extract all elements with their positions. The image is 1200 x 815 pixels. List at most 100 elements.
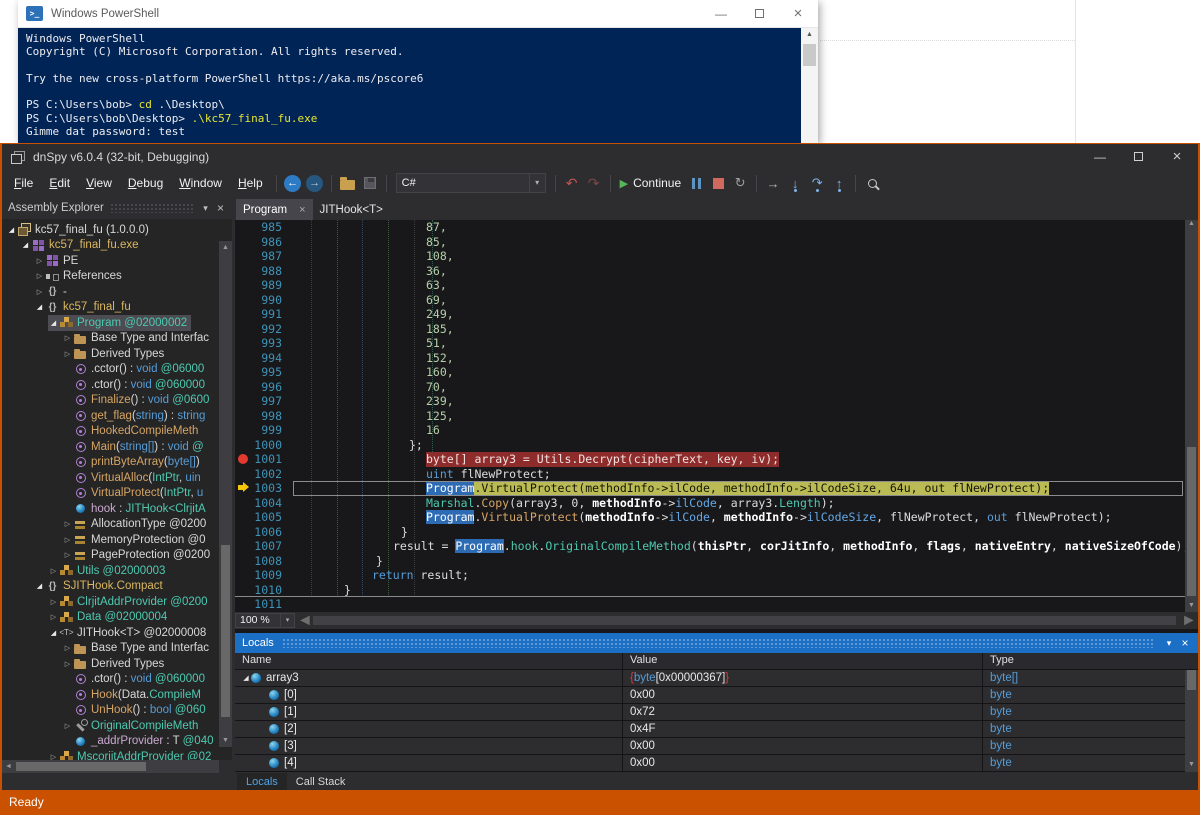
- code-line-text[interactable]: 152,: [291, 351, 1185, 366]
- code-line[interactable]: 99351,: [235, 336, 1185, 351]
- redo-button[interactable]: ↷: [583, 171, 605, 195]
- powershell-scrollbar[interactable]: ▲: [801, 28, 818, 143]
- locals-name-cell[interactable]: [3]: [235, 738, 623, 754]
- locals-type-cell[interactable]: byte: [983, 738, 1198, 754]
- tree-expander[interactable]: ▷: [48, 567, 59, 575]
- tree-item[interactable]: Hook(Data.CompileM: [2, 687, 219, 703]
- code-line[interactable]: 1006}: [235, 525, 1185, 540]
- code-line-text[interactable]: 63,: [291, 278, 1185, 293]
- glyph-margin[interactable]: [235, 307, 253, 322]
- glyph-margin[interactable]: [235, 612, 253, 613]
- code-line[interactable]: 98836,: [235, 264, 1185, 279]
- editor-vertical-scrollbar[interactable]: ▲ ▼: [1185, 220, 1198, 612]
- tree-item[interactable]: ◢SJITHook.Compact: [2, 579, 219, 595]
- scroll-up-icon[interactable]: ▲: [219, 241, 232, 254]
- code-line[interactable]: 994152,: [235, 351, 1185, 366]
- locals-row[interactable]: [2]0x4Fbyte: [235, 721, 1198, 738]
- tree-expander[interactable]: ◢: [34, 303, 45, 311]
- glyph-margin[interactable]: [235, 365, 253, 380]
- tree-item[interactable]: ▷AllocationType @0200: [2, 517, 219, 533]
- tree-item[interactable]: ▷ClrjitAddrProvider @0200: [2, 594, 219, 610]
- scroll-up-icon[interactable]: ▲: [1185, 220, 1198, 227]
- close-icon[interactable]: ×: [1177, 636, 1193, 650]
- glyph-margin[interactable]: [235, 554, 253, 569]
- minimize-icon[interactable]: —: [1093, 150, 1107, 164]
- tree-expander[interactable]: ▷: [62, 644, 73, 652]
- tree-expander[interactable]: ▷: [34, 288, 45, 296]
- locals-row[interactable]: [3]0x00byte: [235, 738, 1198, 755]
- code-line-text[interactable]: byte[] array3 = Utils.Decrypt(cipherText…: [291, 452, 1185, 467]
- glyph-margin[interactable]: [235, 322, 253, 337]
- glyph-margin[interactable]: [235, 597, 253, 612]
- glyph-margin[interactable]: [235, 452, 253, 467]
- row-expander[interactable]: ◢: [241, 674, 251, 682]
- glyph-margin[interactable]: [235, 510, 253, 525]
- glyph-margin[interactable]: [235, 394, 253, 409]
- column-header-value[interactable]: Value: [623, 653, 983, 669]
- locals-row[interactable]: [1]0x72byte: [235, 704, 1198, 721]
- maximize-icon[interactable]: [755, 9, 764, 18]
- code-line-text[interactable]: uint flNewProtect;: [291, 467, 1185, 482]
- code-editor[interactable]: 98587,98685,987108,98836,98963,99069,991…: [235, 220, 1198, 633]
- locals-value-cell[interactable]: 0x4F: [623, 721, 983, 737]
- code-line[interactable]: 1012// Token: 0x04000001 RID: 1: [235, 612, 1185, 613]
- locals-value-cell[interactable]: {byte[0x00000367]}: [623, 670, 983, 686]
- locals-vertical-scrollbar[interactable]: ▲ ▼: [1185, 670, 1198, 772]
- tree-expander[interactable]: ◢: [20, 241, 31, 249]
- tab-jithook-t-[interactable]: JITHook<T>: [313, 199, 390, 220]
- close-icon[interactable]: ×: [299, 204, 305, 216]
- scrollbar-thumb[interactable]: [1187, 670, 1196, 690]
- tree-item[interactable]: ▷MscorjitAddrProvider @02: [2, 749, 219, 760]
- code-line[interactable]: 998125,: [235, 409, 1185, 424]
- locals-type-cell[interactable]: byte: [983, 687, 1198, 703]
- scrollbar-thumb[interactable]: [16, 762, 146, 771]
- scroll-down-icon[interactable]: ▼: [1185, 758, 1198, 771]
- code-line-text[interactable]: 70,: [291, 380, 1185, 395]
- glyph-margin[interactable]: [235, 409, 253, 424]
- breakpoint-icon[interactable]: [238, 454, 248, 464]
- tree-item[interactable]: get_flag(string) : string: [2, 408, 219, 424]
- editor-horizontal-scrollbar[interactable]: ◄ ►: [297, 614, 1196, 627]
- tree-expander[interactable]: ▷: [62, 551, 73, 559]
- menu-debug[interactable]: Debug: [120, 169, 171, 197]
- menu-window[interactable]: Window: [171, 169, 230, 197]
- step-out-button[interactable]: ↑: [828, 171, 850, 195]
- code-line-text[interactable]: 87,: [291, 220, 1185, 235]
- tree-item[interactable]: _addrProvider : T @040: [2, 734, 219, 750]
- language-select[interactable]: C# ▾: [396, 173, 546, 193]
- tree-item[interactable]: .ctor() : void @060000: [2, 377, 219, 393]
- powershell-titlebar[interactable]: >_ Windows PowerShell — ×: [18, 0, 818, 28]
- locals-name-cell[interactable]: ◢array3: [235, 670, 623, 686]
- tree-expander[interactable]: ◢: [48, 629, 59, 637]
- code-line[interactable]: 1008}: [235, 554, 1185, 569]
- locals-row[interactable]: ◢array3{byte[0x00000367]}byte[]: [235, 670, 1198, 687]
- menu-help[interactable]: Help: [230, 169, 271, 197]
- glyph-margin[interactable]: [235, 438, 253, 453]
- code-line[interactable]: 99670,: [235, 380, 1185, 395]
- locals-grid[interactable]: ◢array3{byte[0x00000367]}byte[][0]0x00by…: [235, 670, 1198, 772]
- search-button[interactable]: [861, 171, 883, 195]
- scroll-right-icon[interactable]: ►: [1181, 612, 1194, 630]
- code-line-text[interactable]: result = Program.hook.OriginalCompileMet…: [291, 539, 1185, 554]
- code-line[interactable]: 98685,: [235, 235, 1185, 250]
- glyph-margin[interactable]: [235, 264, 253, 279]
- code-line-text[interactable]: 16: [291, 423, 1185, 438]
- code-line[interactable]: 1010}: [235, 583, 1185, 598]
- tab-locals[interactable]: Locals: [237, 773, 287, 791]
- tree-item[interactable]: ▷-: [2, 284, 219, 300]
- locals-type-cell[interactable]: byte[]: [983, 670, 1198, 686]
- glyph-margin[interactable]: [235, 278, 253, 293]
- code-line-text[interactable]: 85,: [291, 235, 1185, 250]
- show-next-statement-button[interactable]: →: [762, 171, 784, 195]
- glyph-margin[interactable]: [235, 293, 253, 308]
- stop-debugging-button[interactable]: [707, 171, 729, 195]
- step-into-button[interactable]: ↓: [784, 171, 806, 195]
- glyph-margin[interactable]: [235, 467, 253, 482]
- step-over-button[interactable]: ↷: [806, 171, 828, 195]
- close-icon[interactable]: ×: [790, 1, 806, 27]
- code-line-text[interactable]: 239,: [291, 394, 1185, 409]
- break-button[interactable]: [685, 171, 707, 195]
- tab-program[interactable]: Program×: [236, 199, 313, 220]
- minimize-icon[interactable]: —: [713, 1, 729, 27]
- scroll-up-icon[interactable]: ▲: [801, 28, 818, 42]
